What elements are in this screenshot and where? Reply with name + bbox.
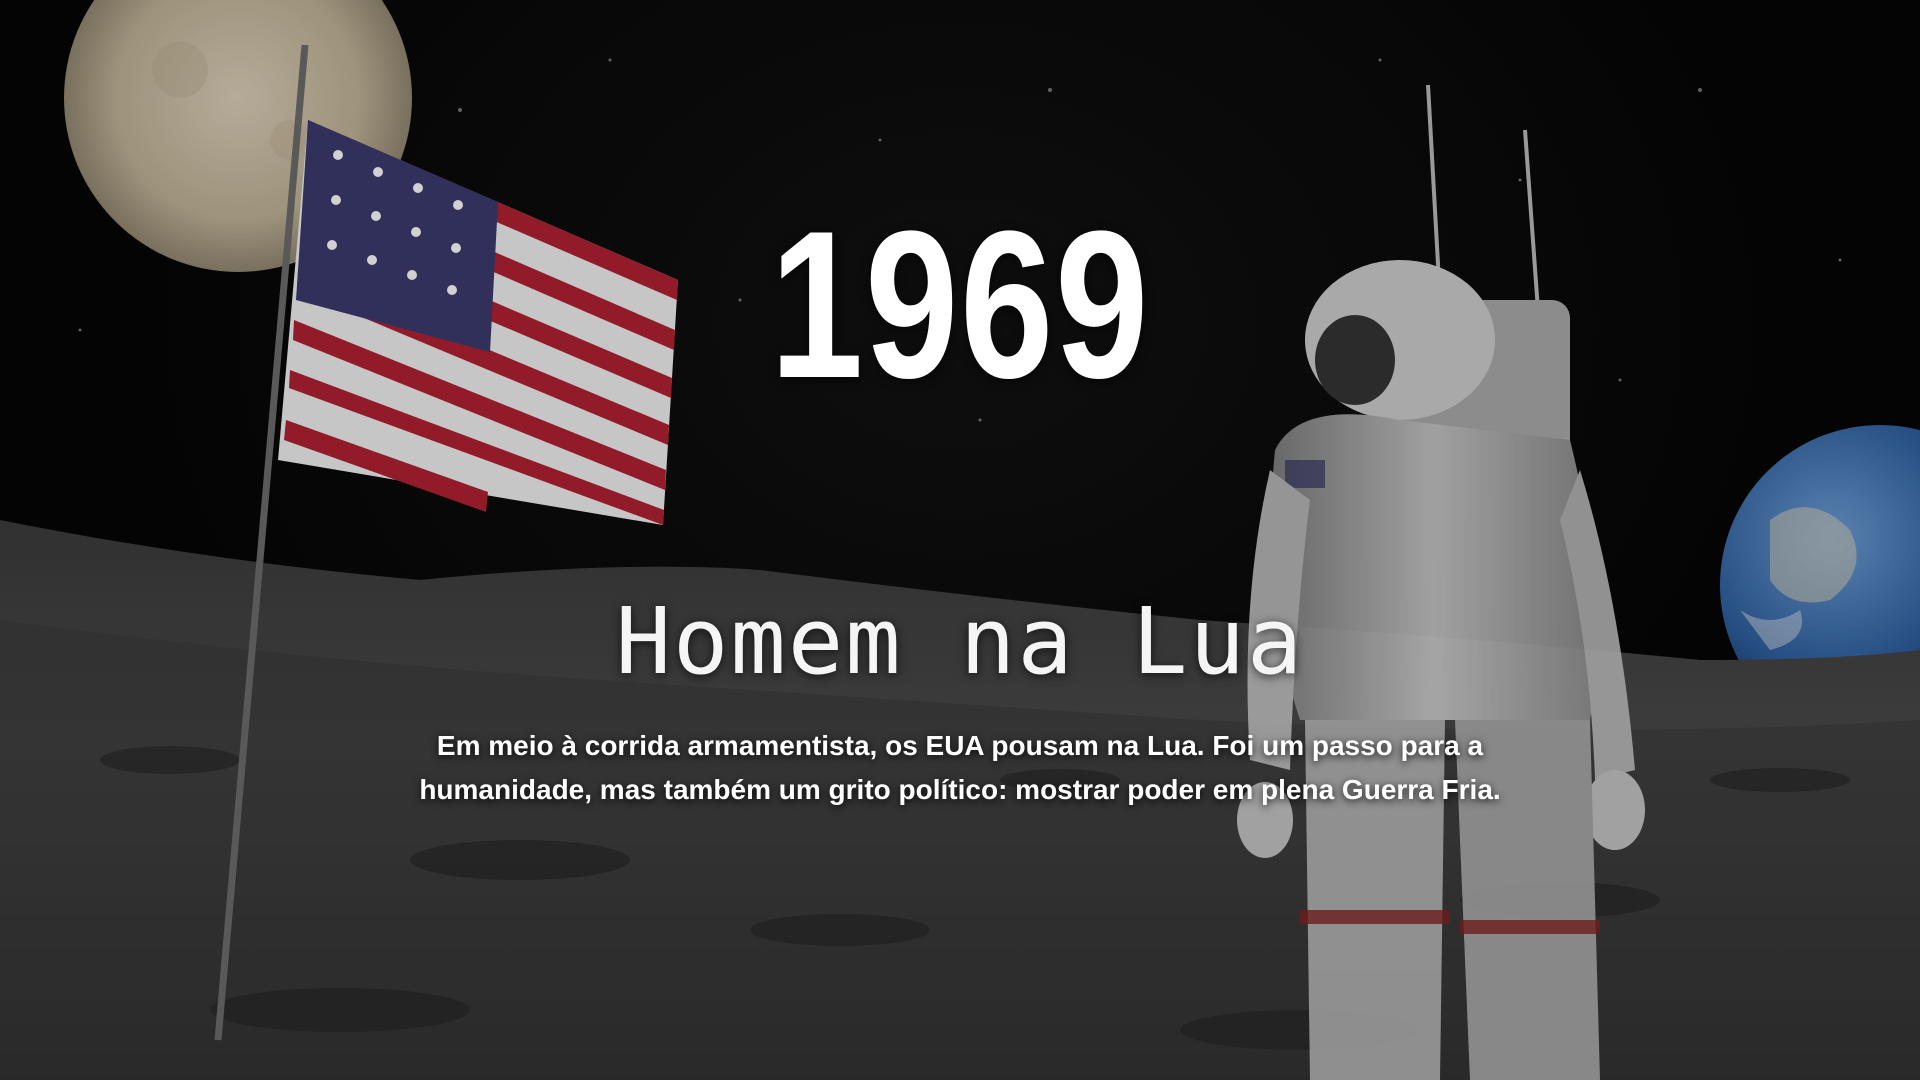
slide: 1969 Homem na Lua Em meio à corrida arma…: [0, 0, 1920, 1080]
description-line-2: humanidade, mas também um grito político…: [419, 774, 1501, 805]
dark-overlay: [0, 0, 1920, 1080]
slide-description: Em meio à corrida armamentista, os EUA p…: [360, 724, 1560, 812]
year-heading: 1969: [769, 187, 1151, 422]
description-line-1: Em meio à corrida armamentista, os EUA p…: [436, 730, 1484, 761]
slide-title: Homem na Lua: [615, 588, 1305, 695]
